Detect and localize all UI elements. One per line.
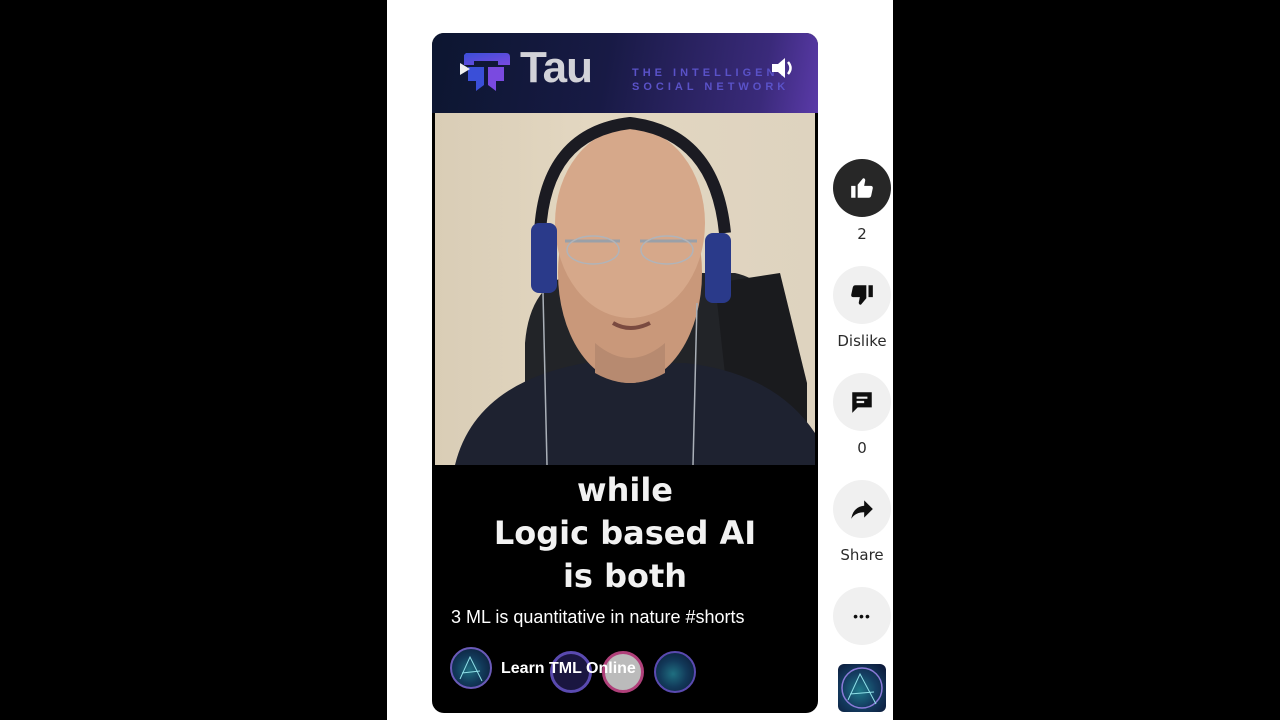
video-title[interactable]: 3 ML is quantitative in nature #shorts	[451, 607, 745, 628]
like-count: 2	[857, 225, 867, 243]
video-caption: while Logic based AI is both	[432, 469, 818, 598]
channel-row: Learn TML Online	[450, 647, 810, 693]
more-horizontal-icon: •••	[853, 608, 871, 624]
video-frame[interactable]	[435, 113, 815, 465]
caption-line: is both	[562, 557, 688, 595]
dislike-button[interactable]	[833, 266, 891, 324]
thumbs-up-icon	[851, 178, 873, 198]
more-action: •••	[833, 587, 891, 645]
tagline-line-1: THE INTELLIGENT	[632, 67, 790, 79]
dislike-label: Dislike	[837, 332, 887, 350]
channel-avatar[interactable]	[450, 647, 492, 689]
like-action: 2	[833, 159, 891, 243]
triangle-logo-icon	[459, 655, 483, 682]
channel-name[interactable]: Learn TML Online	[501, 660, 636, 678]
action-bar: 2 Dislike 0 Share •••	[833, 0, 893, 720]
triangle-logo-icon	[841, 667, 883, 709]
channel-sticker-icon	[654, 651, 696, 693]
caption-line: Logic based AI	[493, 514, 757, 552]
comments-action: 0	[833, 373, 891, 457]
dislike-action: Dislike	[833, 266, 891, 350]
comment-count: 0	[857, 439, 867, 457]
brand-tagline: THE INTELLIGENT SOCIAL NETWORK	[632, 66, 789, 94]
share-icon	[851, 500, 873, 519]
share-label: Share	[840, 546, 884, 564]
volume-up-icon[interactable]	[770, 55, 798, 81]
speaker-video-image	[455, 116, 815, 465]
tau-logo-icon	[460, 53, 510, 91]
caption-line: while	[577, 471, 673, 509]
shorts-page: Tau THE INTELLIGENT SOCIAL NETWORK while…	[387, 0, 893, 720]
share-action: Share	[833, 480, 891, 564]
comments-button[interactable]	[833, 373, 891, 431]
brand-name: Tau	[520, 43, 593, 92]
like-button[interactable]	[833, 159, 891, 217]
more-button[interactable]: •••	[833, 587, 891, 645]
channel-thumbnail[interactable]	[838, 664, 886, 712]
shorts-player[interactable]: Tau THE INTELLIGENT SOCIAL NETWORK while…	[432, 33, 818, 713]
tau-banner: Tau THE INTELLIGENT SOCIAL NETWORK	[432, 33, 818, 113]
tagline-line-2: SOCIAL NETWORK	[632, 81, 790, 93]
comment-icon	[852, 392, 872, 413]
share-button[interactable]	[833, 480, 891, 538]
thumbs-down-icon	[851, 285, 873, 305]
